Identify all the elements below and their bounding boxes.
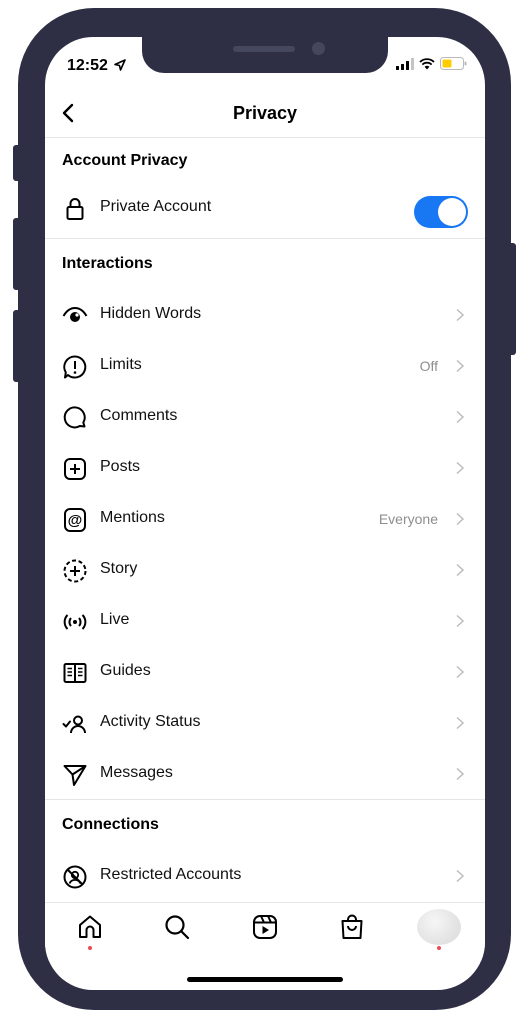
- item-label: Comments: [100, 407, 178, 424]
- home-indicator: [187, 977, 343, 982]
- live-icon: [63, 614, 87, 630]
- chevron-right-icon: [456, 512, 465, 526]
- chevron-right-icon: [456, 614, 465, 628]
- svg-text:@: @: [68, 512, 83, 529]
- home-icon[interactable]: [76, 913, 104, 941]
- wifi-icon: [419, 57, 435, 69]
- location-arrow-icon: [114, 59, 127, 71]
- guides-icon: [63, 663, 87, 683]
- interactions-item-activity-status[interactable]: Activity Status: [45, 700, 485, 746]
- section-title-account-privacy: Account Privacy: [62, 152, 188, 169]
- volume-down-button: [13, 310, 21, 382]
- page-title: Privacy: [232, 103, 298, 123]
- chevron-right-icon: [456, 359, 465, 373]
- interactions-item-limits[interactable]: Limits Off: [45, 343, 485, 389]
- chevron-right-icon: [456, 665, 465, 679]
- private-account-toggle[interactable]: [414, 196, 468, 228]
- notch: [142, 37, 388, 73]
- status-icons: [396, 57, 467, 70]
- section-title-connections: Connections: [62, 816, 159, 833]
- connections-item-restricted-accounts[interactable]: Restricted Accounts: [45, 853, 485, 899]
- status-time: 12:52: [67, 57, 127, 75]
- chevron-right-icon: [456, 308, 465, 322]
- at-icon: @: [64, 508, 86, 532]
- speaker: [233, 46, 295, 52]
- story-icon: [63, 559, 87, 583]
- chevron-right-icon: [456, 410, 465, 424]
- screen: 12:52 Privacy Account Privacy Private Ac…: [45, 37, 485, 990]
- interactions-item-guides[interactable]: Guides: [45, 649, 485, 695]
- private-account-label: Private Account: [100, 198, 212, 215]
- signal-icon: [396, 57, 414, 70]
- volume-up-button: [13, 218, 21, 290]
- toggle-knob: [438, 198, 466, 226]
- chevron-right-icon: [456, 767, 465, 781]
- item-label: Mentions: [100, 509, 165, 526]
- chevron-right-icon: [456, 869, 465, 883]
- battery-icon: [440, 57, 467, 70]
- item-value: Everyone: [378, 511, 438, 527]
- restricted-icon: [63, 865, 87, 889]
- activity-status-icon: [62, 715, 86, 734]
- shop-icon[interactable]: [338, 913, 366, 941]
- search-icon[interactable]: [163, 913, 191, 941]
- item-label: Messages: [100, 764, 173, 781]
- chevron-right-icon: [456, 563, 465, 577]
- interactions-item-comments[interactable]: Comments: [45, 394, 485, 440]
- home-notification-dot: [88, 946, 92, 950]
- divider: [45, 799, 485, 800]
- profile-avatar[interactable]: [417, 909, 461, 945]
- interactions-item-messages[interactable]: Messages: [45, 751, 485, 797]
- interactions-item-live[interactable]: Live: [45, 598, 485, 644]
- send-icon: [63, 765, 87, 786]
- reels-icon[interactable]: [251, 913, 279, 941]
- item-label: Hidden Words: [100, 305, 202, 322]
- interactions-item-hidden-words[interactable]: Hidden Words: [45, 292, 485, 338]
- power-button: [508, 243, 516, 355]
- item-label: Activity Status: [100, 713, 201, 730]
- item-label: Guides: [100, 662, 151, 679]
- item-label: Limits: [100, 356, 142, 373]
- chevron-right-icon: [456, 461, 465, 475]
- item-label: Story: [100, 560, 138, 577]
- profile-notification-dot: [437, 946, 441, 950]
- eye-icon: [62, 306, 88, 322]
- limits-icon: [63, 355, 87, 379]
- add-post-icon: [64, 458, 86, 480]
- interactions-item-posts[interactable]: Posts: [45, 445, 485, 491]
- item-value: Off: [419, 358, 438, 374]
- front-camera: [312, 42, 325, 55]
- item-label: Restricted Accounts: [100, 866, 242, 883]
- nav-header: Privacy: [45, 95, 485, 138]
- interactions-item-mentions[interactable]: @ Mentions Everyone: [45, 496, 485, 542]
- section-title-interactions: Interactions: [62, 255, 153, 272]
- divider: [45, 238, 485, 239]
- interactions-item-story[interactable]: Story: [45, 547, 485, 593]
- chevron-right-icon: [456, 716, 465, 730]
- lock-icon: [66, 198, 84, 220]
- mute-switch: [13, 145, 21, 181]
- item-label: Posts: [100, 458, 141, 475]
- item-label: Live: [100, 611, 130, 628]
- comment-icon: [63, 406, 86, 429]
